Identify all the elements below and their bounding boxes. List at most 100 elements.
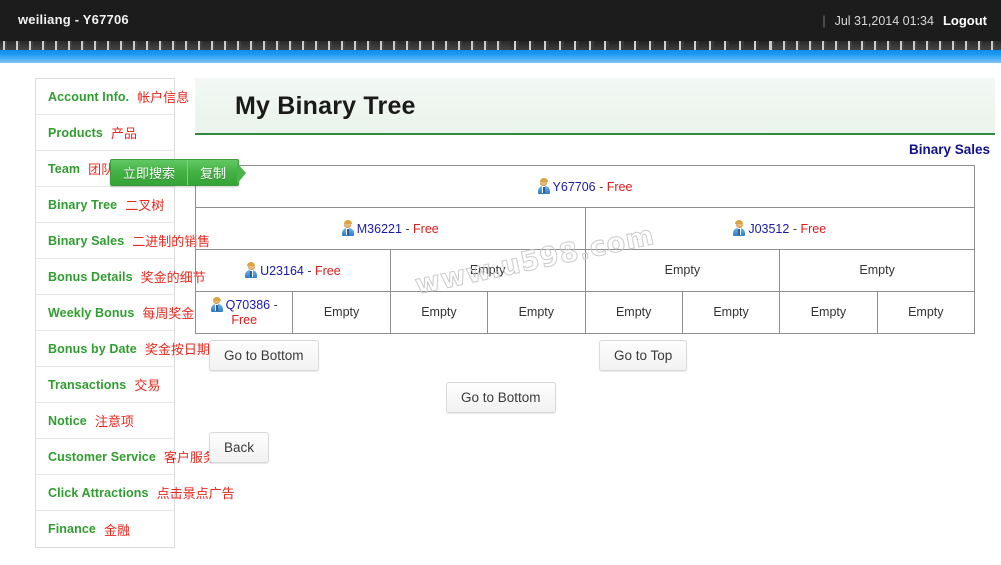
sidebar-item-label-en: Products <box>48 125 103 140</box>
sidebar-item-notice[interactable]: Notice 注意项 <box>36 403 174 439</box>
tree-node-id: Q70386 <box>225 298 271 312</box>
tree-node-separator: - <box>303 263 315 278</box>
sidebar-item-label-en: Finance <box>48 522 96 536</box>
binary-sales-link[interactable]: Binary Sales <box>909 142 990 157</box>
translate-popup[interactable]: 立即搜索 复制 <box>110 159 247 186</box>
page-body: Account Info. 帐户信息 Products 产品 Team 团队 B… <box>0 63 1001 565</box>
sidebar-item-binary-tree[interactable]: Binary Tree 二叉树 <box>36 187 174 223</box>
tree-node-cell[interactable]: Q70386 - Free <box>194 291 294 334</box>
sidebar-item-bonus-details[interactable]: Bonus Details 奖金的细节 <box>36 259 206 295</box>
topbar-right-group: | Jul 31,2014 01:34 Logout <box>822 13 987 28</box>
current-user-label: weiliang - Y67706 <box>18 12 129 27</box>
tree-node[interactable]: Y67706 - Free <box>537 178 632 194</box>
go-to-bottom-button-center[interactable]: Go to Bottom <box>446 382 556 413</box>
tree-row-level-4: Q70386 - Free Empty Empty Empty Empty Em… <box>194 291 976 334</box>
tree-row-level-3: U23164 - Free Empty Empty Empty <box>195 249 975 292</box>
tree-empty-cell[interactable]: Empty <box>389 249 586 292</box>
tree-node-id: U23164 <box>260 263 304 278</box>
tree-node-id: J03512 <box>748 221 790 236</box>
sidebar-item-label-zh: 帐户信息 <box>137 91 190 106</box>
popup-arrow-icon <box>237 163 247 184</box>
search-now-button[interactable]: 立即搜索 <box>111 160 187 185</box>
content-header: My Binary Tree <box>195 78 995 135</box>
tree-empty-cell[interactable]: Empty <box>779 291 878 334</box>
tree-node-id: Y67706 <box>552 179 596 194</box>
sidebar-item-label-en: Binary Tree <box>48 197 118 212</box>
tree-node-cell[interactable]: M36221 - Free <box>195 207 586 250</box>
tree-node-cell[interactable]: Y67706 - Free <box>195 165 975 208</box>
tree-row-level-1: Y67706 - Free <box>195 165 975 208</box>
sidebar-item-label-en: Weekly Bonus <box>48 305 135 320</box>
tree-empty-cell[interactable]: Empty <box>876 291 976 334</box>
current-datetime: Jul 31,2014 01:34 <box>834 13 934 28</box>
tree-node-status: Free <box>800 221 827 236</box>
sidebar-item-bonus-by-date[interactable]: Bonus by Date 奖金按日期 <box>36 331 210 367</box>
sidebar-item-label-en: Account Info. <box>48 89 130 104</box>
tree-empty-cell[interactable]: Empty <box>584 291 683 334</box>
sidebar-item-label-zh: 点击景点广告 <box>156 487 235 502</box>
header-banner-image <box>0 41 1001 63</box>
go-to-top-button[interactable]: Go to Top <box>599 340 688 371</box>
tree-node[interactable]: U23164 - Free <box>245 262 341 278</box>
sidebar-nav: Account Info. 帐户信息 Products 产品 Team 团队 B… <box>35 78 235 548</box>
go-to-bottom-button-left[interactable]: Go to Bottom <box>209 340 319 371</box>
binary-tree-table: Y67706 - Free M36221 - Free J03512 - Fre… <box>194 165 976 334</box>
banner-train-strip-secondary <box>510 41 770 50</box>
sidebar-item-label-zh: 每周奖金 <box>142 307 195 322</box>
user-avatar-icon <box>210 296 223 312</box>
tree-node-cell[interactable]: U23164 - Free <box>195 249 391 292</box>
sidebar-item-label-en: Bonus Details <box>48 269 133 284</box>
tree-node[interactable]: Q70386 - Free <box>210 296 278 327</box>
tree-node-separator: - <box>401 221 414 236</box>
sidebar-item-label-en: Bonus by Date <box>48 341 137 356</box>
tree-node-status: Free <box>231 313 258 327</box>
sidebar-item-label-en: Binary Sales <box>48 233 125 248</box>
logout-link[interactable]: Logout <box>943 13 987 28</box>
user-avatar-icon <box>537 178 550 194</box>
sidebar-item-weekly-bonus[interactable]: Weekly Bonus 每周奖金 <box>36 295 194 331</box>
sidebar-item-label-en: Customer Service <box>48 449 156 464</box>
user-avatar-icon <box>245 262 258 278</box>
button-row: Go to Bottom Go to Top Go to Bottom Back <box>195 334 995 463</box>
tree-node-status: Free <box>314 263 341 278</box>
sidebar-item-label-zh: 产品 <box>110 127 137 142</box>
sidebar-item-label-en: Team <box>48 161 81 176</box>
tree-empty-cell[interactable]: Empty <box>487 291 586 334</box>
sidebar-item-products[interactable]: Products 产品 <box>36 115 174 151</box>
tree-empty-cell[interactable]: Empty <box>779 249 975 292</box>
sidebar-item-label-en: Notice <box>48 413 87 428</box>
back-button[interactable]: Back <box>209 432 270 463</box>
sidebar-item-transactions[interactable]: Transactions 交易 <box>36 367 174 403</box>
sidebar-item-label-zh: 注意项 <box>94 415 134 430</box>
tree-node-separator: - <box>595 179 607 194</box>
tree-empty-cell[interactable]: Empty <box>292 291 391 334</box>
tree-node-separator: - <box>789 221 801 236</box>
tree-node-status: Free <box>413 221 439 236</box>
tree-empty-cell[interactable]: Empty <box>389 291 489 334</box>
sidebar-item-finance[interactable]: Finance 金融 <box>36 511 174 547</box>
sidebar-item-label-en: Click Attractions <box>48 485 149 500</box>
user-avatar-icon <box>733 220 746 236</box>
tree-row-level-2: M36221 - Free J03512 - Free <box>195 207 975 250</box>
tree-node-cell[interactable]: J03512 - Free <box>584 207 975 250</box>
binary-tree-container: www.u598.com Y67706 - Free M36221 - Free… <box>194 165 995 334</box>
page-title: My Binary Tree <box>235 92 416 120</box>
sidebar-item-customer-service[interactable]: Customer Service 客户服务 <box>36 439 216 475</box>
main-content: My Binary Tree Binary Sales www.u598.com… <box>194 78 995 463</box>
sales-link-row: Binary Sales <box>195 135 995 165</box>
sidebar-item-label-zh: 交易 <box>134 379 161 394</box>
sidebar-item-account-info[interactable]: Account Info. 帐户信息 <box>36 79 189 115</box>
sidebar-item-click-attractions[interactable]: Click Attractions 点击景点广告 <box>36 475 235 511</box>
sidebar-item-label-en: Transactions <box>48 377 127 392</box>
tree-empty-cell[interactable]: Empty <box>584 249 781 292</box>
copy-button[interactable]: 复制 <box>187 160 238 185</box>
top-bar: weiliang - Y67706 | Jul 31,2014 01:34 Lo… <box>0 0 1001 41</box>
sidebar-item-binary-sales[interactable]: Binary Sales 二进制的销售 <box>36 223 210 259</box>
sidebar-item-label-zh: 金融 <box>103 523 130 539</box>
tree-node-separator: - <box>270 298 278 312</box>
tree-empty-cell[interactable]: Empty <box>681 291 781 334</box>
banner-train-strip <box>0 41 1001 50</box>
user-avatar-icon <box>341 220 354 236</box>
tree-node[interactable]: J03512 - Free <box>733 220 827 236</box>
tree-node[interactable]: M36221 - Free <box>341 220 439 236</box>
